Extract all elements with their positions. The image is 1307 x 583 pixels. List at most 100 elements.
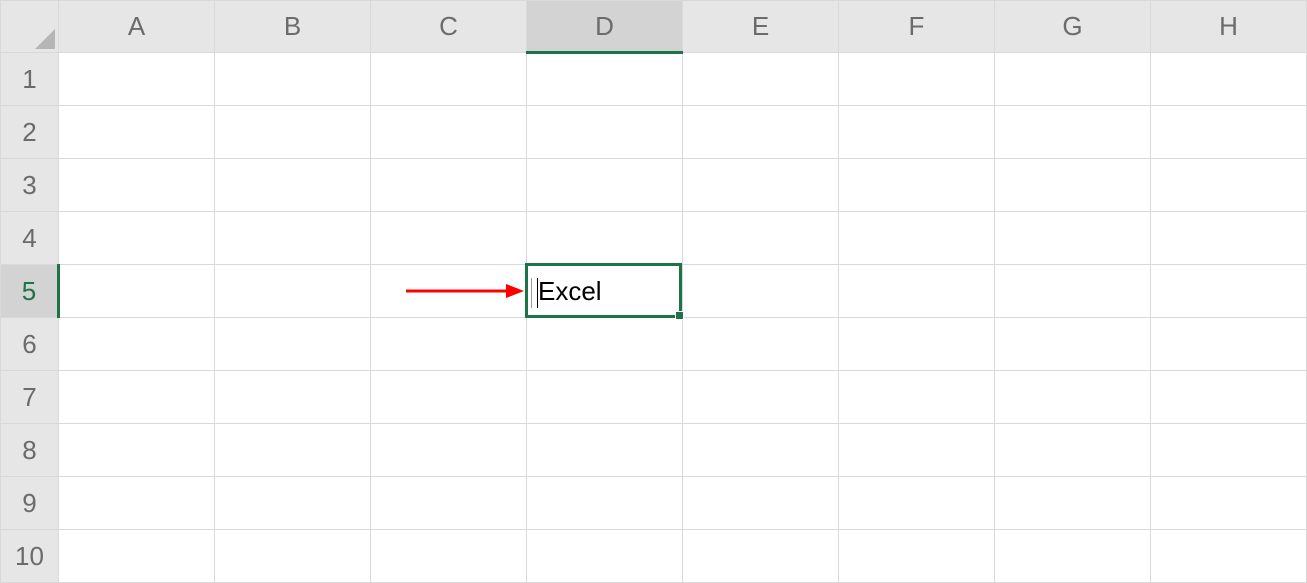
cell-a2[interactable] bbox=[59, 106, 215, 159]
cell-d9[interactable] bbox=[527, 477, 683, 530]
cell-b2[interactable] bbox=[215, 106, 371, 159]
cell-a7[interactable] bbox=[59, 371, 215, 424]
cell-f5[interactable] bbox=[839, 265, 995, 318]
column-header-g[interactable]: G bbox=[995, 1, 1151, 53]
column-header-d[interactable]: D bbox=[527, 1, 683, 53]
column-header-c[interactable]: C bbox=[371, 1, 527, 53]
fill-handle[interactable] bbox=[675, 311, 684, 320]
row-header-10[interactable]: 10 bbox=[1, 530, 59, 583]
cell-h3[interactable] bbox=[1151, 159, 1307, 212]
cell-g1[interactable] bbox=[995, 53, 1151, 106]
cell-e6[interactable] bbox=[683, 318, 839, 371]
cell-d5[interactable] bbox=[527, 265, 683, 318]
cell-c3[interactable] bbox=[371, 159, 527, 212]
cell-g10[interactable] bbox=[995, 530, 1151, 583]
cell-c9[interactable] bbox=[371, 477, 527, 530]
cell-b8[interactable] bbox=[215, 424, 371, 477]
select-all-corner[interactable] bbox=[1, 1, 59, 53]
cell-a6[interactable] bbox=[59, 318, 215, 371]
cell-e2[interactable] bbox=[683, 106, 839, 159]
cell-b4[interactable] bbox=[215, 212, 371, 265]
cell-f1[interactable] bbox=[839, 53, 995, 106]
cell-c5[interactable] bbox=[371, 265, 527, 318]
cell-c10[interactable] bbox=[371, 530, 527, 583]
cell-d2[interactable] bbox=[527, 106, 683, 159]
cell-g4[interactable] bbox=[995, 212, 1151, 265]
cell-h5[interactable] bbox=[1151, 265, 1307, 318]
column-header-f[interactable]: F bbox=[839, 1, 995, 53]
column-header-a[interactable]: A bbox=[59, 1, 215, 53]
cell-c4[interactable] bbox=[371, 212, 527, 265]
cell-g2[interactable] bbox=[995, 106, 1151, 159]
cell-h4[interactable] bbox=[1151, 212, 1307, 265]
cell-g9[interactable] bbox=[995, 477, 1151, 530]
cell-h2[interactable] bbox=[1151, 106, 1307, 159]
cell-h8[interactable] bbox=[1151, 424, 1307, 477]
cell-g5[interactable] bbox=[995, 265, 1151, 318]
cell-f6[interactable] bbox=[839, 318, 995, 371]
cell-g7[interactable] bbox=[995, 371, 1151, 424]
cell-b5[interactable] bbox=[215, 265, 371, 318]
cell-c1[interactable] bbox=[371, 53, 527, 106]
column-header-h[interactable]: H bbox=[1151, 1, 1307, 53]
cell-c7[interactable] bbox=[371, 371, 527, 424]
cell-g6[interactable] bbox=[995, 318, 1151, 371]
cell-e3[interactable] bbox=[683, 159, 839, 212]
row-header-3[interactable]: 3 bbox=[1, 159, 59, 212]
cell-f9[interactable] bbox=[839, 477, 995, 530]
row-header-6[interactable]: 6 bbox=[1, 318, 59, 371]
cell-d10[interactable] bbox=[527, 530, 683, 583]
cell-b6[interactable] bbox=[215, 318, 371, 371]
cell-a3[interactable] bbox=[59, 159, 215, 212]
cell-d6[interactable] bbox=[527, 318, 683, 371]
cell-a5[interactable] bbox=[59, 265, 215, 318]
cell-e10[interactable] bbox=[683, 530, 839, 583]
cell-c2[interactable] bbox=[371, 106, 527, 159]
column-header-b[interactable]: B bbox=[215, 1, 371, 53]
cell-f8[interactable] bbox=[839, 424, 995, 477]
row-header-1[interactable]: 1 bbox=[1, 53, 59, 106]
row-header-4[interactable]: 4 bbox=[1, 212, 59, 265]
cell-b10[interactable] bbox=[215, 530, 371, 583]
cell-e5[interactable] bbox=[683, 265, 839, 318]
cell-b1[interactable] bbox=[215, 53, 371, 106]
cell-e4[interactable] bbox=[683, 212, 839, 265]
cell-e7[interactable] bbox=[683, 371, 839, 424]
row-header-7[interactable]: 7 bbox=[1, 371, 59, 424]
cell-f3[interactable] bbox=[839, 159, 995, 212]
cell-g8[interactable] bbox=[995, 424, 1151, 477]
cell-h10[interactable] bbox=[1151, 530, 1307, 583]
cell-h1[interactable] bbox=[1151, 53, 1307, 106]
cell-b7[interactable] bbox=[215, 371, 371, 424]
row-header-2[interactable]: 2 bbox=[1, 106, 59, 159]
cell-e9[interactable] bbox=[683, 477, 839, 530]
cell-b3[interactable] bbox=[215, 159, 371, 212]
cell-g3[interactable] bbox=[995, 159, 1151, 212]
cell-c8[interactable] bbox=[371, 424, 527, 477]
cell-d3[interactable] bbox=[527, 159, 683, 212]
cell-h9[interactable] bbox=[1151, 477, 1307, 530]
row-header-8[interactable]: 8 bbox=[1, 424, 59, 477]
cell-a8[interactable] bbox=[59, 424, 215, 477]
cell-h6[interactable] bbox=[1151, 318, 1307, 371]
cell-f10[interactable] bbox=[839, 530, 995, 583]
cell-d4[interactable] bbox=[527, 212, 683, 265]
cell-d8[interactable] bbox=[527, 424, 683, 477]
cell-d1[interactable] bbox=[527, 53, 683, 106]
cell-b9[interactable] bbox=[215, 477, 371, 530]
cell-a9[interactable] bbox=[59, 477, 215, 530]
row-header-9[interactable]: 9 bbox=[1, 477, 59, 530]
row-header-5[interactable]: 5 bbox=[1, 265, 59, 318]
cell-h7[interactable] bbox=[1151, 371, 1307, 424]
cell-c6[interactable] bbox=[371, 318, 527, 371]
cell-f4[interactable] bbox=[839, 212, 995, 265]
column-header-e[interactable]: E bbox=[683, 1, 839, 53]
cell-f7[interactable] bbox=[839, 371, 995, 424]
cell-a1[interactable] bbox=[59, 53, 215, 106]
cell-a10[interactable] bbox=[59, 530, 215, 583]
cell-e1[interactable] bbox=[683, 53, 839, 106]
cell-e8[interactable] bbox=[683, 424, 839, 477]
cell-f2[interactable] bbox=[839, 106, 995, 159]
cell-d7[interactable] bbox=[527, 371, 683, 424]
cell-a4[interactable] bbox=[59, 212, 215, 265]
